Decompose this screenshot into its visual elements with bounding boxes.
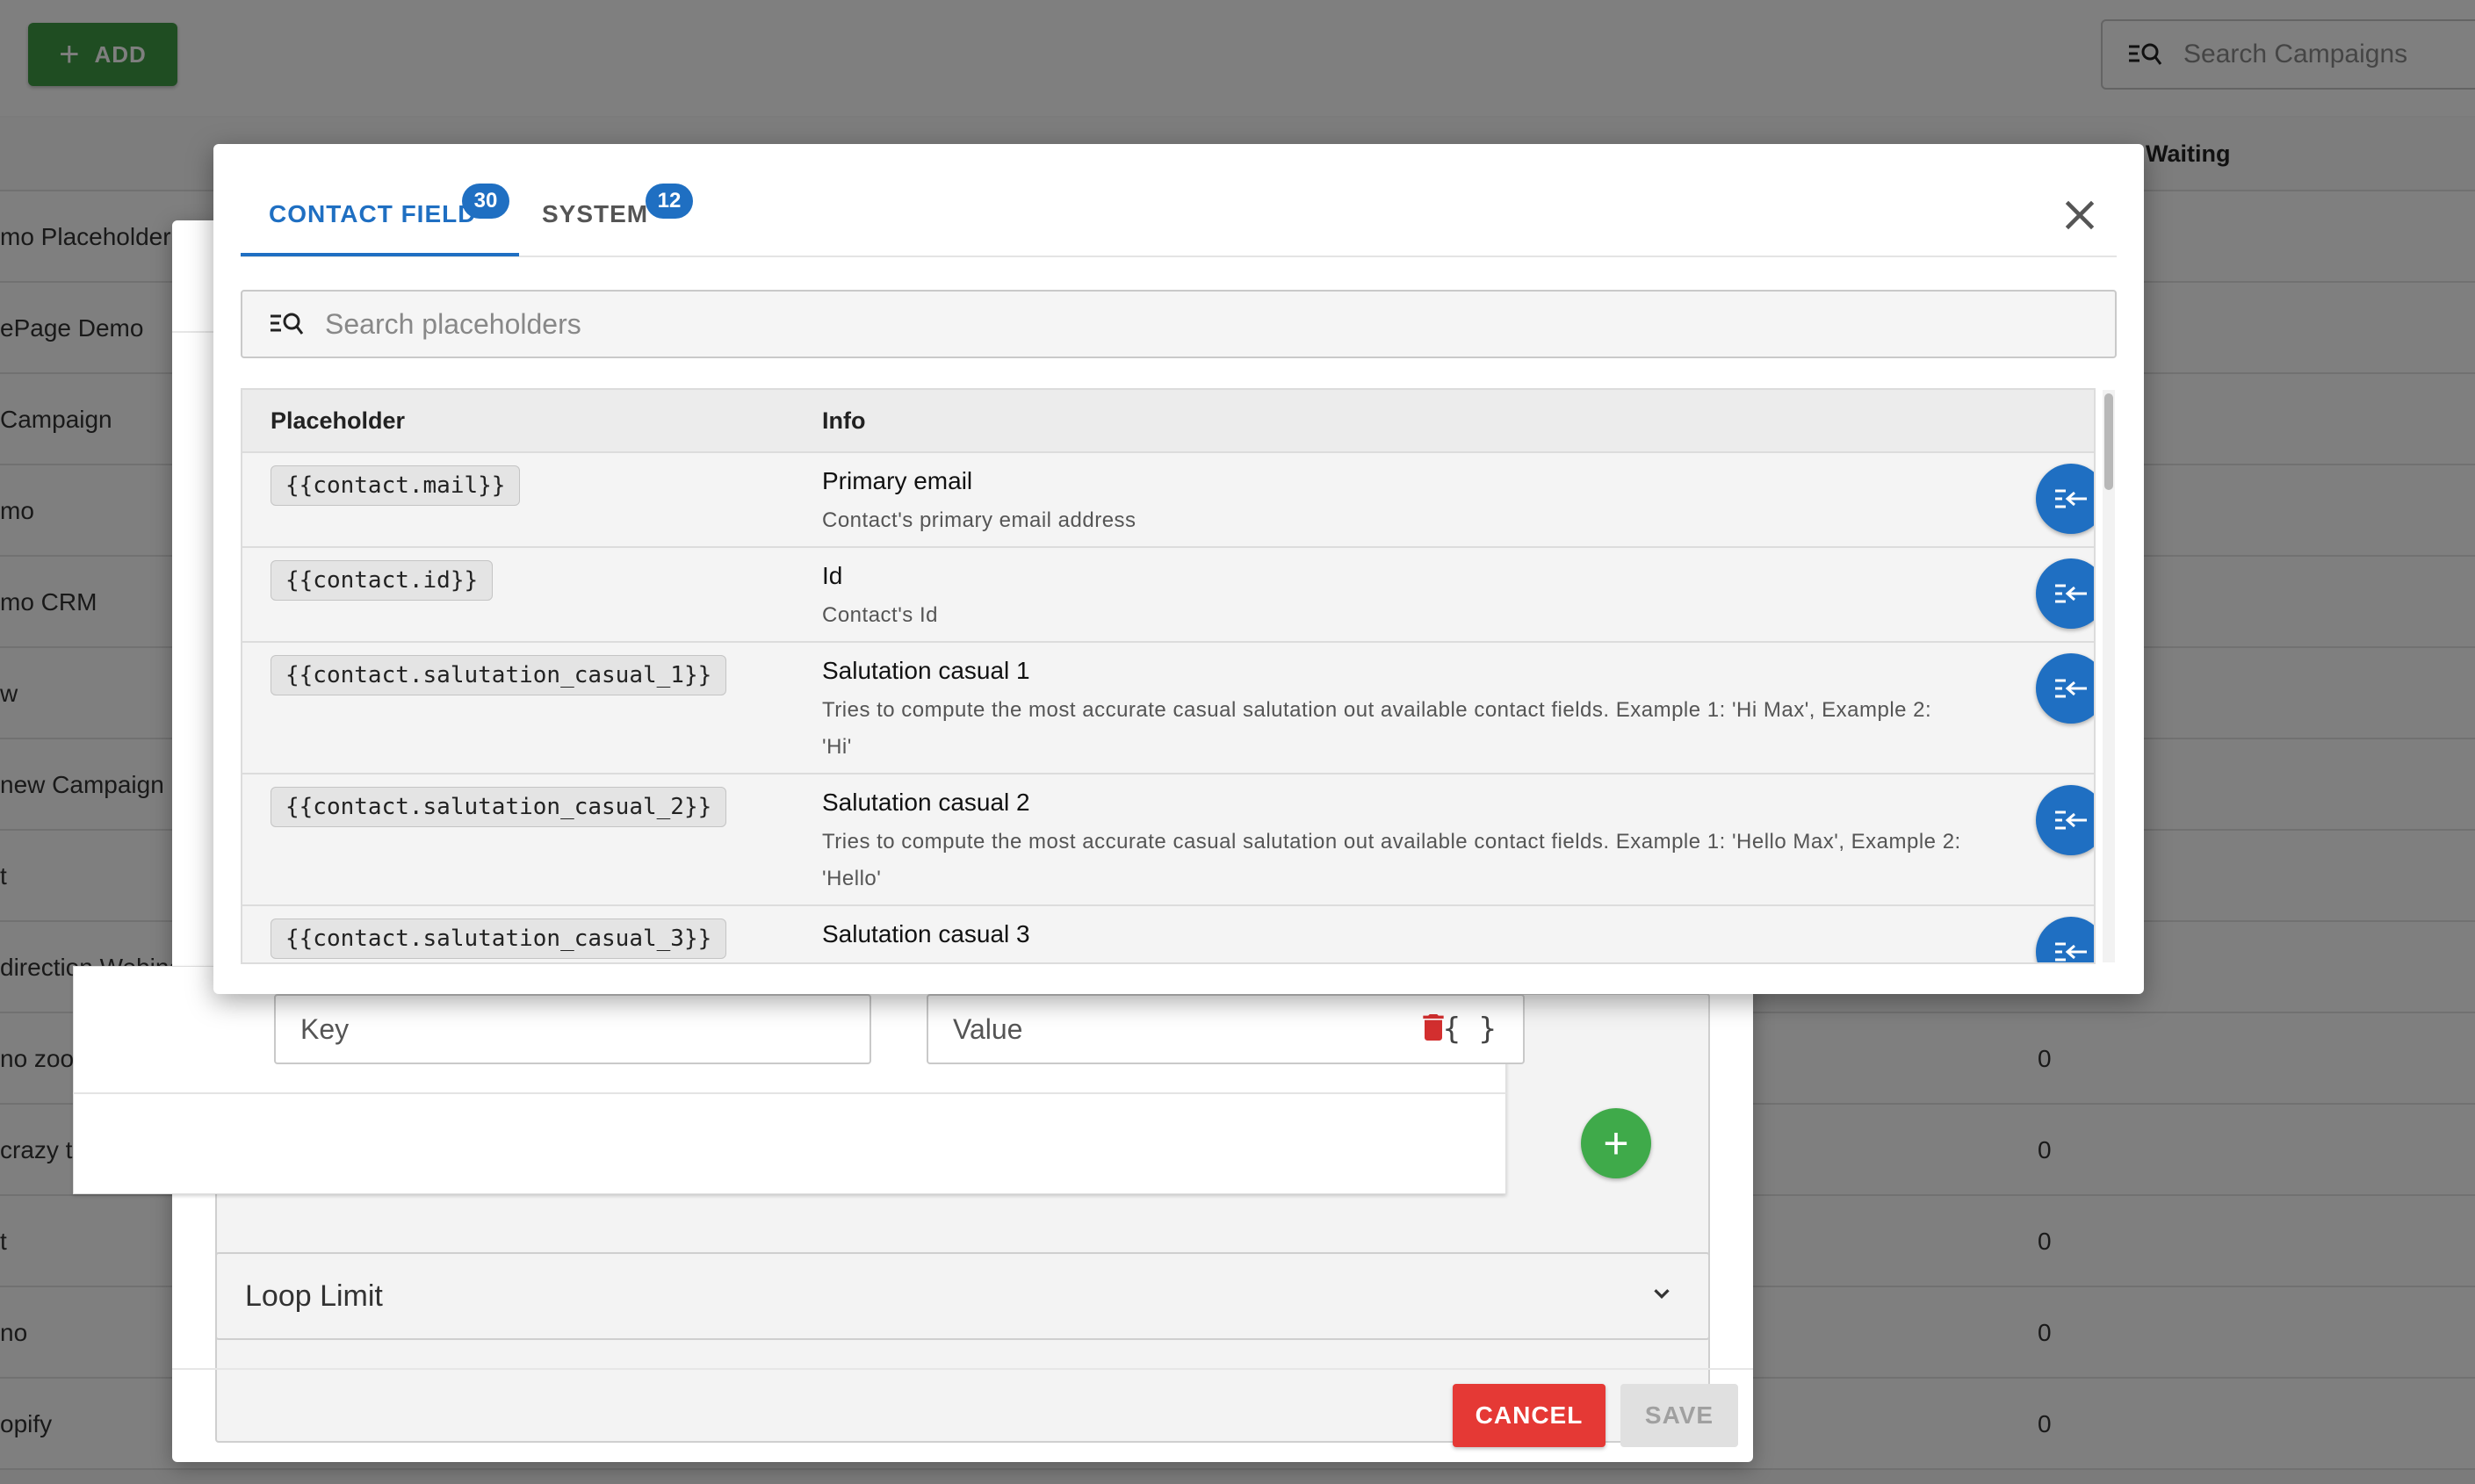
add-row-button[interactable]: + xyxy=(1581,1108,1651,1178)
placeholder-description: Tries to compute the most accurate casua… xyxy=(822,830,1961,890)
chevron-down-icon xyxy=(1654,1289,1670,1300)
insert-placeholder-button[interactable] xyxy=(2036,917,2094,962)
column-header-placeholder: Placeholder xyxy=(271,407,406,434)
placeholder-table: Placeholder Info {{contact.mail}} Primary… xyxy=(241,388,2096,964)
trash-icon[interactable] xyxy=(1416,1010,1451,1045)
key-value-separator xyxy=(73,1092,1506,1094)
save-button[interactable]: SAVE xyxy=(1620,1384,1738,1447)
placeholder-chip: {{contact.salutation_casual_2}} xyxy=(271,787,727,827)
value-placeholder: Value xyxy=(953,1012,1023,1045)
placeholder-chip: {{contact.salutation_casual_3}} xyxy=(271,918,727,959)
placeholder-title: Salutation casual 1 xyxy=(822,657,1030,684)
placeholder-table-header: Placeholder Info xyxy=(242,390,2094,453)
placeholder-description: Contact's primary email address xyxy=(822,508,1136,532)
placeholder-title: Salutation casual 3 xyxy=(822,920,1030,947)
insert-placeholder-button[interactable] xyxy=(2036,785,2094,855)
search-placeholders-placeholder: Search placeholders xyxy=(325,307,581,340)
placeholder-row: {{contact.mail}} Primary email Contact's p… xyxy=(242,453,2094,548)
placeholder-description: Tries to compute the most accurate casua… xyxy=(822,698,1932,759)
plus-icon: + xyxy=(1603,1119,1629,1168)
column-header-info: Info xyxy=(822,407,866,434)
insert-placeholder-icon xyxy=(2055,679,2087,698)
placeholder-chip: {{contact.mail}} xyxy=(271,465,521,506)
key-input[interactable]: Key xyxy=(274,994,871,1064)
placeholder-row: {{contact.salutation_casual_3}} Salutatio… xyxy=(242,906,2094,962)
filter-search-icon xyxy=(271,313,304,335)
loop-limit-accordion[interactable]: Loop Limit xyxy=(215,1252,1710,1340)
table-scrollbar-thumb[interactable] xyxy=(2104,393,2113,490)
tab-contact-field[interactable]: CONTACT FIELD xyxy=(269,200,476,228)
insert-placeholder-icon xyxy=(2055,489,2087,508)
close-icon[interactable] xyxy=(2058,193,2102,237)
placeholder-title: Id xyxy=(822,562,843,589)
placeholder-row: {{contact.salutation_casual_1}} Salutatio… xyxy=(242,643,2094,774)
cancel-button[interactable]: CANCEL xyxy=(1453,1384,1606,1447)
active-tab-indicator xyxy=(241,253,519,256)
placeholder-row: {{contact.salutation_casual_2}} Salutatio… xyxy=(242,774,2094,906)
placeholder-description: Contact's Id xyxy=(822,603,938,627)
loop-limit-label: Loop Limit xyxy=(245,1279,383,1313)
tab-system[interactable]: SYSTEM xyxy=(542,200,648,228)
placeholder-row: {{contact.id}} Id Contact's Id xyxy=(242,548,2094,643)
insert-placeholder-icon xyxy=(2055,584,2087,603)
search-placeholders-input[interactable]: Search placeholders xyxy=(241,290,2117,358)
placeholder-chip: {{contact.salutation_casual_1}} xyxy=(271,655,727,695)
tabs-divider xyxy=(241,256,2117,257)
key-placeholder: Key xyxy=(300,1012,350,1045)
insert-placeholder-icon xyxy=(2055,942,2087,962)
dialog-footer-divider xyxy=(172,1368,1753,1370)
placeholder-picker-dialog: CONTACT FIELD 30 SYSTEM 12 Search placeh… xyxy=(213,144,2144,994)
placeholder-title: Salutation casual 2 xyxy=(822,789,1030,816)
insert-placeholder-button[interactable] xyxy=(2036,464,2094,534)
insert-placeholder-button[interactable] xyxy=(2036,558,2094,629)
tab-contact-field-count-badge: 30 xyxy=(462,184,509,219)
placeholder-chip: {{contact.id}} xyxy=(271,560,494,601)
placeholder-description: Tries to compute the most accurate casua… xyxy=(822,955,1964,962)
insert-placeholder-button[interactable] xyxy=(2036,653,2094,724)
placeholder-title: Primary email xyxy=(822,467,973,494)
tab-system-count-badge: 12 xyxy=(646,184,693,219)
insert-placeholder-icon xyxy=(2055,810,2087,830)
